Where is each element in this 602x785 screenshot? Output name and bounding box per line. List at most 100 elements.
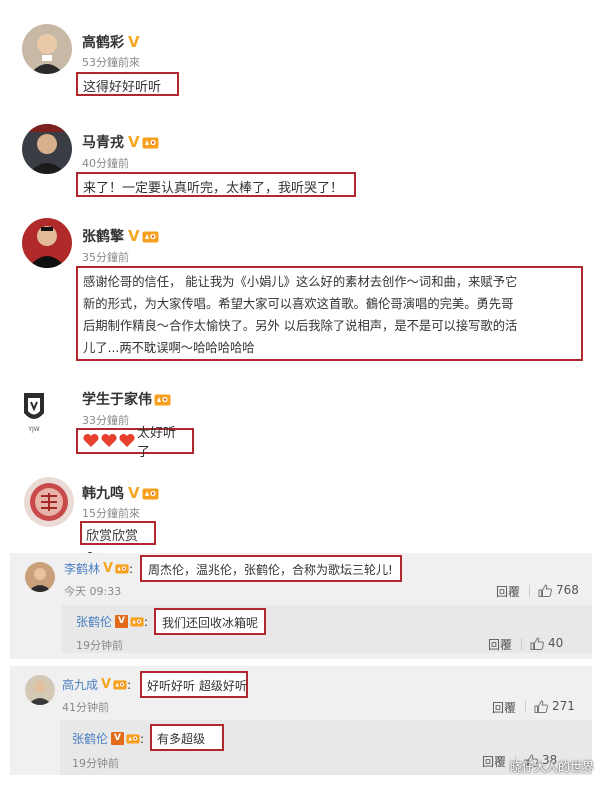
author-name-text[interactable]: 马青戎 xyxy=(82,132,124,152)
verified-v-icon: V xyxy=(103,561,114,576)
author-name[interactable]: 韩九鸣 V xyxy=(82,483,159,503)
verified-v-icon: V xyxy=(128,32,140,51)
level-badge-icon xyxy=(130,616,144,627)
comment-time: 今天 09:33 xyxy=(64,585,122,598)
colon: : xyxy=(129,561,134,576)
avatar[interactable] xyxy=(25,675,55,705)
like-count: 40 xyxy=(548,636,564,650)
divider xyxy=(521,638,522,650)
author-name[interactable]: 学生于家伟 xyxy=(82,389,171,409)
reply-button[interactable]: 回覆 xyxy=(482,753,506,770)
post-4: YJW 学生于家伟 33分鐘前 太好听了 xyxy=(0,375,602,465)
reply-author-name[interactable]: 张鹤伦 V : xyxy=(72,730,144,747)
commenter-name-text[interactable]: 李鹤林 xyxy=(64,560,100,577)
comment-thread-2: 高九成 V : 好听好听 超级好听 41分钟前 回覆 271 张鹤伦 V : 有… xyxy=(10,666,592,775)
like-button[interactable]: 768 xyxy=(538,583,579,597)
reply-button[interactable]: 回覆 xyxy=(496,583,520,600)
divider xyxy=(529,585,530,597)
comment-line: 后期制作精良～合作太愉快了。另外 以后我除了说相声，是不是可以接写歌的活 xyxy=(83,319,518,333)
like-count: 271 xyxy=(552,699,575,713)
reply-time: 19分钟前 xyxy=(76,639,123,652)
reply-text: 我们还回收冰箱呢 xyxy=(154,608,266,635)
heart-icons xyxy=(83,433,135,447)
author-name[interactable]: 马青戎 V xyxy=(82,132,159,152)
avatar[interactable] xyxy=(25,562,55,592)
level-badge-icon xyxy=(142,230,159,243)
post-time: 33分鐘前 xyxy=(82,414,129,427)
colon: : xyxy=(140,731,145,746)
avatar-photo xyxy=(22,124,72,174)
commenter-name-text[interactable]: 高九成 xyxy=(62,676,98,693)
heart-icon xyxy=(101,433,117,447)
author-name-text[interactable]: 高鹤彩 xyxy=(82,32,124,52)
level-badge-icon xyxy=(113,679,127,690)
comment-text: 这得好好听听 xyxy=(76,72,179,96)
level-badge-icon xyxy=(126,733,140,744)
commenter-name[interactable]: 高九成 V : xyxy=(62,676,131,693)
reply-author-name-text[interactable]: 张鹤伦 xyxy=(72,730,108,747)
comment-thread-1: 李鹤林 V : 周杰伦，温兆伦，张鹤伦，合称为歌坛三轮儿! 今天 09:33 回… xyxy=(10,553,592,659)
avatar[interactable] xyxy=(22,24,72,74)
post-time: 15分鐘前來 xyxy=(82,507,140,520)
vip-badge-icon: V xyxy=(115,615,129,628)
reply-button[interactable]: 回覆 xyxy=(492,699,516,716)
post-3: 张鹤擎 V 35分鐘前 感谢伦哥的信任， 能让我为《小娟儿》这么好的素材去创作～… xyxy=(0,210,602,375)
post-time: 40分鐘前 xyxy=(82,157,129,170)
level-badge-icon xyxy=(142,136,159,149)
post-2: 马青戎 V 40分鐘前 来了！一定要认真听完，太棒了，我听哭了！ xyxy=(0,110,602,210)
like-button[interactable]: 271 xyxy=(534,699,575,713)
avatar[interactable] xyxy=(22,124,72,174)
reply-author-name[interactable]: 张鹤伦 V : xyxy=(76,613,148,630)
reply-text: 有多超级 xyxy=(150,724,224,751)
like-button[interactable]: 40 xyxy=(530,636,563,650)
comment-time: 41分钟前 xyxy=(62,701,109,714)
reply-button[interactable]: 回覆 xyxy=(488,636,512,653)
post-5: 韩九鸣 V 15分鐘前來 欣赏欣赏～ xyxy=(0,465,602,563)
avatar[interactable]: YJW xyxy=(14,385,54,435)
thumbs-up-icon xyxy=(530,637,544,650)
reply-comment-text: 周杰伦，温兆伦，张鹤伦，合称为歌坛三轮儿! xyxy=(140,555,402,582)
nested-reply: 张鹤伦 V : 我们还回收冰箱呢 19分钟前 回覆 40 xyxy=(62,605,592,653)
reply-time: 19分钟前 xyxy=(72,757,119,770)
reply-author-name-text[interactable]: 张鹤伦 xyxy=(76,613,112,630)
comment-text: 太好听了 xyxy=(76,426,194,460)
divider xyxy=(525,701,526,713)
avatar-seal xyxy=(24,477,74,527)
comment-text: 感谢伦哥的信任， 能让我为《小娟儿》这么好的素材去创作～词和曲，来赋予它 新的形… xyxy=(76,266,583,361)
post-1: 高鹤彩 V 53分鐘前來 这得好好听听 xyxy=(0,0,602,110)
avatar-logo-text: YJW xyxy=(27,426,39,433)
comment-line: 儿了...两不耽误啊～哈哈哈哈哈 xyxy=(83,341,255,355)
verified-v-icon: V xyxy=(128,483,140,502)
author-name-text[interactable]: 张鹤擎 xyxy=(82,226,124,246)
colon: : xyxy=(144,614,149,629)
thumbs-up-icon xyxy=(538,584,552,597)
comment-text: 欣赏欣赏～ xyxy=(80,521,156,563)
avatar[interactable] xyxy=(24,477,74,527)
author-name[interactable]: 张鹤擎 V xyxy=(82,226,159,246)
comment-line: 新的形式，为大家传唱。希望大家可以喜欢这首歌。鶴伦哥演唱的完美。勇先哥 xyxy=(83,297,514,311)
avatar-photo xyxy=(22,24,72,74)
author-name-text[interactable]: 学生于家伟 xyxy=(82,389,152,409)
avatar-photo xyxy=(22,218,72,268)
reply-comment-text: 好听好听 超级好听 xyxy=(140,671,248,698)
author-name[interactable]: 高鹤彩 V xyxy=(82,32,140,52)
commenter-name[interactable]: 李鹤林 V : xyxy=(64,560,133,577)
avatar-logo: YJW xyxy=(14,385,54,435)
verified-v-icon: V xyxy=(101,677,112,692)
thumbs-up-icon xyxy=(534,700,548,713)
comment-text-label: 太好听了 xyxy=(136,426,176,460)
level-badge-icon xyxy=(115,563,129,574)
post-time: 35分鐘前 xyxy=(82,251,129,264)
comment-line: 感谢伦哥的信任， 能让我为《小娟儿》这么好的素材去创作～词和曲，来赋予它 xyxy=(83,275,518,289)
post-time: 53分鐘前來 xyxy=(82,56,140,69)
colon: : xyxy=(127,677,132,692)
like-count: 768 xyxy=(556,583,579,597)
heart-icon xyxy=(83,433,99,447)
avatar[interactable] xyxy=(22,218,72,268)
comment-text: 来了！一定要认真听完，太棒了，我听哭了！ xyxy=(76,172,356,197)
author-name-text[interactable]: 韩九鸣 xyxy=(82,483,124,503)
level-badge-icon xyxy=(142,487,159,500)
verified-v-icon: V xyxy=(128,132,140,151)
vip-badge-icon: V xyxy=(111,732,125,745)
avatar-photo xyxy=(25,562,55,592)
